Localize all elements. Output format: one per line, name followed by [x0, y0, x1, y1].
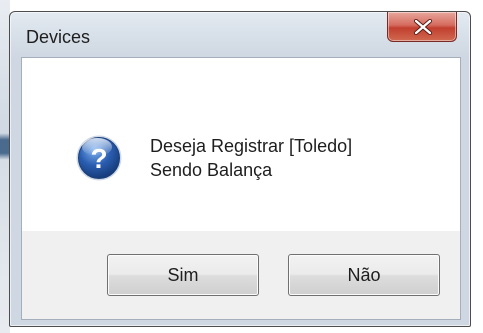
title-bar[interactable]: Devices — [10, 12, 470, 57]
close-x-icon — [413, 19, 433, 35]
no-button[interactable]: Não — [288, 254, 440, 296]
message-text-line1: Deseja Registrar [Toledo] — [150, 136, 353, 156]
close-button[interactable] — [387, 12, 457, 42]
question-icon: ? — [76, 135, 122, 181]
window-title: Devices — [26, 27, 91, 47]
message-text-line2: Sendo Balança — [150, 160, 273, 180]
yes-button[interactable]: Sim — [107, 254, 259, 296]
dialog-window: Devices ? Deseja Registrar [Toledo] Send… — [9, 11, 471, 327]
dialog-content: ? Deseja Registrar [Toledo] Sendo Balanç… — [21, 57, 461, 320]
message-area: ? Deseja Registrar [Toledo] Sendo Balanç… — [22, 58, 460, 231]
svg-text:?: ? — [90, 143, 107, 174]
